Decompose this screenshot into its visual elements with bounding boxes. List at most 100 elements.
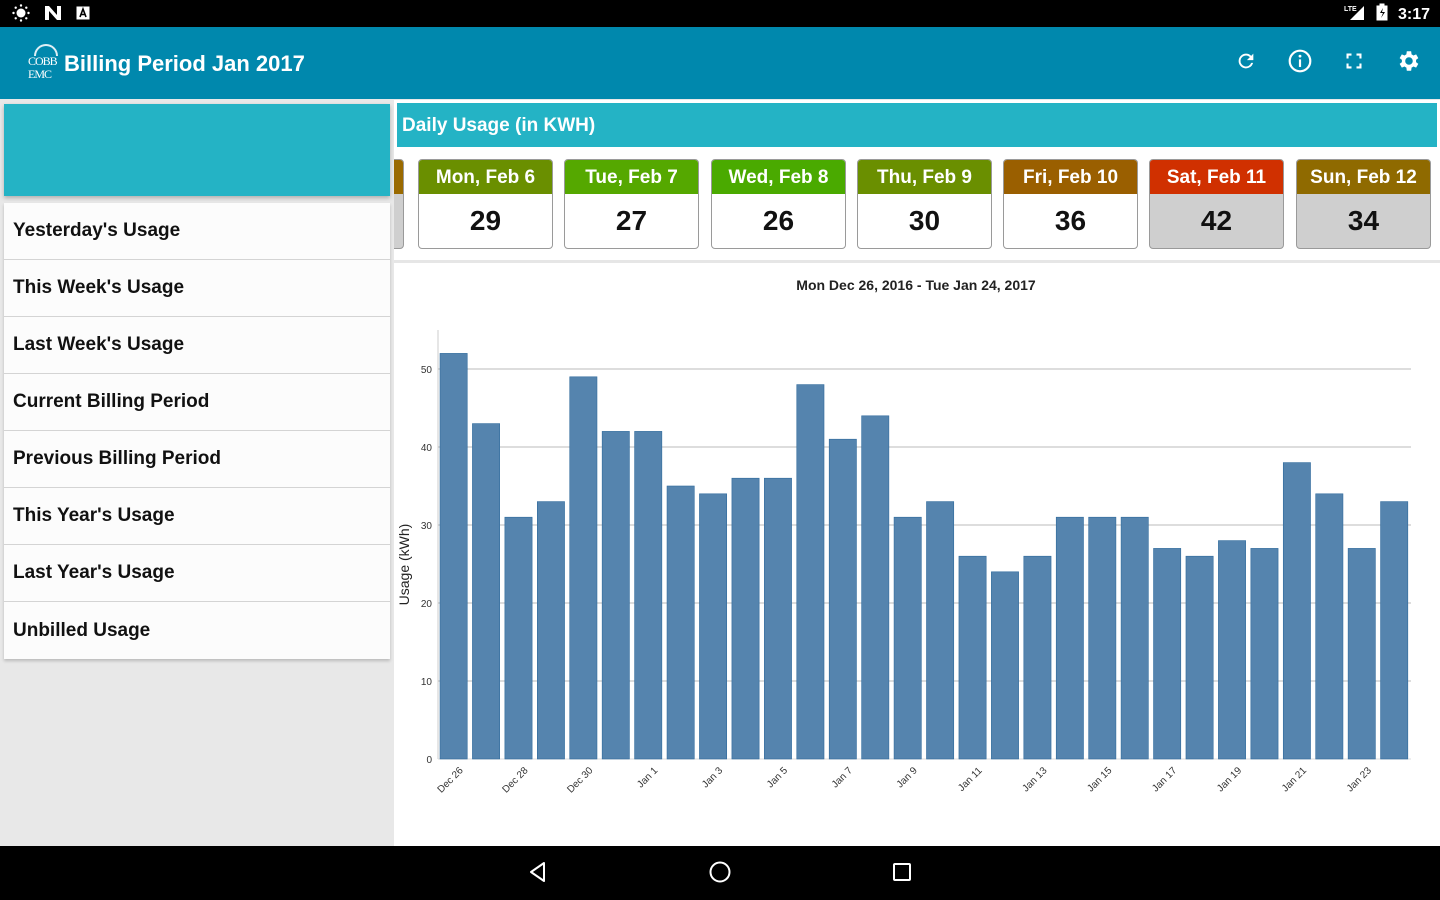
home-icon xyxy=(708,860,732,889)
bar xyxy=(1380,501,1409,760)
bar xyxy=(861,415,890,760)
day-card[interactable]: Mon, Feb 6 29 xyxy=(418,159,553,249)
day-card-label: Thu, Feb 9 xyxy=(858,160,991,194)
fullscreen-icon xyxy=(1344,51,1364,76)
day-card-value: 42 xyxy=(1200,205,1233,236)
day-card[interactable]: Fri, Feb 10 36 xyxy=(1003,159,1138,249)
bar xyxy=(472,423,500,760)
bar xyxy=(958,555,987,760)
bar xyxy=(1023,555,1052,760)
info-button[interactable] xyxy=(1286,49,1314,77)
y-tick-label: 10 xyxy=(421,677,433,688)
sidebar-item-previous-billing-period[interactable]: Previous Billing Period xyxy=(4,431,390,488)
day-card-label: Wed, Feb 8 xyxy=(712,160,845,194)
sidebar-item-last-weeks-usage[interactable]: Last Week's Usage xyxy=(4,317,390,374)
x-tick-label: Jan 9 xyxy=(895,765,920,790)
x-tick-label: Jan 15 xyxy=(1085,765,1114,794)
refresh-button[interactable] xyxy=(1232,49,1260,77)
day-card[interactable]: Wed, Feb 8 26 xyxy=(711,159,846,249)
bar xyxy=(1120,516,1149,760)
day-card-label: Mon, Feb 6 xyxy=(419,160,552,194)
x-tick-label: Jan 21 xyxy=(1280,765,1309,794)
app-actions xyxy=(1232,49,1422,77)
bar xyxy=(991,571,1019,760)
day-card-value: 34 xyxy=(1347,205,1380,236)
home-button[interactable] xyxy=(706,860,734,888)
sidebar-item-this-weeks-usage[interactable]: This Week's Usage xyxy=(4,260,390,317)
brightness-icon xyxy=(12,4,30,27)
day-card-label: Sat, Feb 11 xyxy=(1150,160,1283,194)
day-card-label: Fri, Feb 10 xyxy=(1004,160,1137,194)
day-card[interactable]: Sun, Feb 12 34 xyxy=(1296,159,1431,249)
clock: 3:17 xyxy=(1397,5,1430,23)
day-card-label: Tue, Feb 7 xyxy=(565,160,698,194)
day-card[interactable]: Sat, Feb 11 42 xyxy=(1149,159,1284,249)
back-button[interactable] xyxy=(524,860,552,888)
sidebar-item-this-years-usage[interactable]: This Year's Usage xyxy=(4,488,390,545)
page-title: Billing Period Jan 2017 xyxy=(64,51,305,76)
sidebar-item-yesterdays-usage[interactable]: Yesterday's Usage xyxy=(4,203,390,260)
info-icon xyxy=(1287,48,1313,79)
x-tick-label: Jan 23 xyxy=(1345,765,1374,794)
signal-icon: LTE xyxy=(1344,3,1366,26)
x-tick-label: Jan 11 xyxy=(956,765,985,794)
day-card-value: 27 xyxy=(615,205,648,236)
sidebar-header xyxy=(4,104,390,196)
bar xyxy=(1250,548,1279,760)
y-tick-label: 50 xyxy=(421,365,433,376)
x-tick-label: Jan 3 xyxy=(700,765,725,790)
bar xyxy=(1153,548,1182,760)
sidebar-item-current-billing-period[interactable]: Current Billing Period xyxy=(4,374,390,431)
navigation-bar xyxy=(0,846,1440,900)
recents-icon xyxy=(891,861,913,888)
sidebar-item-unbilled-usage[interactable]: Unbilled Usage xyxy=(4,602,390,659)
a-app-icon xyxy=(76,6,90,25)
sidebar-item-last-years-usage[interactable]: Last Year's Usage xyxy=(4,545,390,602)
x-tick-label: Jan 5 xyxy=(765,765,790,790)
svg-text:LTE: LTE xyxy=(1344,6,1357,13)
x-tick-label: Jan 7 xyxy=(830,765,855,790)
usage-chart: Mon Dec 26, 2016 - Tue Jan 24, 2017 0 10 2… xyxy=(394,263,1440,846)
settings-button[interactable] xyxy=(1394,49,1422,77)
daily-cards-strip[interactable]: Mon, Feb 6 29 Tue, Feb 7 27 Wed, Feb 8 2… xyxy=(394,147,1440,263)
fullscreen-button[interactable] xyxy=(1340,49,1368,77)
battery-icon xyxy=(1376,3,1388,26)
bar xyxy=(1347,548,1376,760)
x-tick-label: Dec 28 xyxy=(500,765,530,795)
bar xyxy=(634,431,663,760)
bar xyxy=(1282,462,1311,760)
day-card-label: Sun, Feb 12 xyxy=(1297,160,1430,194)
bar xyxy=(893,516,922,760)
bar xyxy=(601,431,630,760)
cobb-emc-logo: COBB EMC xyxy=(28,44,64,84)
status-right: LTE 3:17 xyxy=(1344,3,1430,26)
bar xyxy=(731,477,760,760)
day-card[interactable]: Tue, Feb 7 27 xyxy=(564,159,699,249)
y-tick-label: 40 xyxy=(421,443,433,454)
logo-text-line2: EMC xyxy=(28,67,52,81)
bar xyxy=(1315,493,1344,760)
day-card-label xyxy=(394,160,403,194)
recents-button[interactable] xyxy=(888,860,916,888)
status-left-icons xyxy=(12,4,90,27)
x-tick-label: Jan 17 xyxy=(1150,765,1179,794)
status-bar: LTE 3:17 xyxy=(0,0,1440,27)
daily-usage-header: Daily Usage (in KWH) xyxy=(397,103,1437,147)
bar xyxy=(796,384,825,760)
bar-chart-svg: 0 10 20 30 40 50 Usage (kWh) Dec 26 Dec 28 Dec 30… xyxy=(396,330,1411,796)
day-card[interactable] xyxy=(394,159,404,249)
bar xyxy=(1218,540,1246,760)
bar xyxy=(926,501,955,760)
y-tick-label: 20 xyxy=(421,599,433,610)
app-bar: COBB EMC Billing Period Jan 2017 xyxy=(0,27,1440,99)
bar xyxy=(1185,555,1214,760)
bar xyxy=(439,353,468,760)
bar xyxy=(666,485,695,760)
day-card[interactable]: Thu, Feb 9 30 xyxy=(857,159,992,249)
bar xyxy=(1055,516,1084,760)
day-card-value: 36 xyxy=(1054,205,1087,236)
n-app-icon xyxy=(44,5,62,26)
y-tick-label: 30 xyxy=(421,521,433,532)
x-tick-label: Jan 13 xyxy=(1021,765,1050,794)
day-card-value: 30 xyxy=(908,205,941,236)
